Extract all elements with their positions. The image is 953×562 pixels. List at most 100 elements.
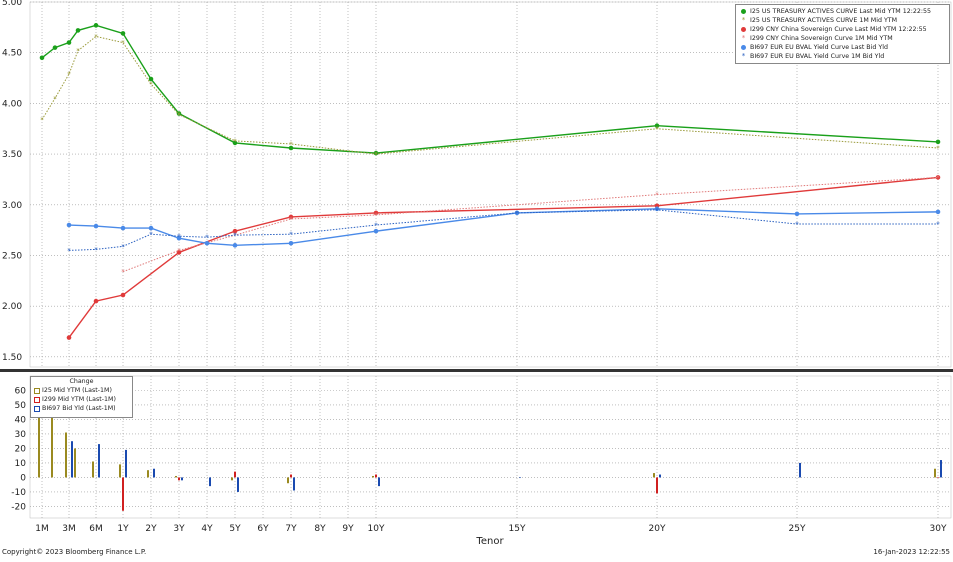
- series-point-star: *: [121, 39, 125, 47]
- change-bar: [656, 477, 658, 494]
- series-point-star: *: [289, 140, 293, 148]
- series-point-star: *: [374, 222, 378, 230]
- change-legend-entry: BI697 Bid Yld (Last-1M): [34, 404, 129, 413]
- y-tick-label-bottom: -20: [11, 502, 26, 512]
- series-point-star: *: [67, 70, 71, 78]
- change-bar: [92, 461, 94, 478]
- y-tick-label-top: 1.50: [2, 353, 22, 363]
- y-tick-label-top: 2.50: [2, 251, 22, 261]
- x-tick-label: 5Y: [229, 524, 241, 534]
- change-legend: Change I25 Mid YTM (Last-1M) I299 Mid YTM…: [30, 376, 133, 418]
- change-bar: [209, 477, 211, 487]
- change-legend-entry: I299 Mid YTM (Last-1M): [34, 395, 129, 404]
- series-point-star: *: [233, 232, 237, 240]
- series-point-star: *: [149, 81, 153, 89]
- series-point: [120, 292, 126, 298]
- star-marker-icon: *: [741, 16, 746, 24]
- x-tick-label: 9Y: [342, 524, 354, 534]
- x-tick-label: 6M: [89, 524, 103, 534]
- dot-icon: [741, 27, 746, 32]
- x-tick-label: 1Y: [117, 524, 129, 534]
- x-tick-label: 10Y: [368, 524, 385, 534]
- x-tick-label: 6Y: [257, 524, 269, 534]
- series-point-star: *: [936, 174, 940, 182]
- series-point: [66, 40, 72, 45]
- change-bar: [653, 473, 655, 478]
- change-bar: [231, 477, 233, 481]
- x-tick-label: 2Y: [145, 524, 157, 534]
- dot-icon: [741, 45, 746, 50]
- y-tick-label-top: 4.00: [2, 99, 22, 109]
- series-point: [52, 45, 58, 50]
- change-legend-label: I299 Mid YTM (Last-1M): [42, 396, 116, 403]
- change-legend-label: BI697 Bid Yld (Last-1M): [42, 405, 116, 412]
- swatch-icon: [34, 387, 40, 394]
- legend-entry: BI697 EUR EU BVAL Yield Curve Last Bid Y…: [739, 43, 946, 52]
- y-tick-label-bottom: 0: [20, 473, 26, 483]
- change-bar: [147, 470, 149, 478]
- yield-curve-chart: 5.00 4.50 4.00 3.50 3.00 2.50 2.00 1.50 60 50 40 30…: [0, 0, 953, 558]
- x-tick-label: 30Y: [930, 524, 947, 534]
- change-bar: [234, 471, 236, 478]
- y-tick-label-top: 4.50: [2, 49, 22, 59]
- series-point: [66, 335, 72, 340]
- series-point: [935, 209, 941, 215]
- change-bar: [122, 477, 124, 511]
- x-axis-label: Tenor: [475, 536, 504, 547]
- star-marker-icon: *: [741, 52, 746, 60]
- series-point: [93, 223, 99, 229]
- series-point-star: *: [149, 231, 153, 239]
- series-point-star: *: [177, 111, 181, 119]
- series-point-star: *: [40, 116, 44, 124]
- series-point-star: *: [121, 243, 125, 251]
- change-bar: [125, 449, 127, 478]
- series-point-star: *: [936, 221, 940, 229]
- series-point-star: *: [374, 151, 378, 159]
- series-point-star: *: [289, 231, 293, 239]
- x-tick-label: 25Y: [789, 524, 806, 534]
- swatch-icon: [34, 405, 40, 412]
- change-bar: [65, 432, 67, 478]
- dot-marker-icon: [739, 45, 748, 50]
- legend-entry-label: I25 US TREASURY ACTIVES CURVE 1M Mid YTM: [750, 17, 898, 24]
- x-tick-label: 3Y: [173, 524, 185, 534]
- series-point-star: *: [795, 221, 799, 229]
- change-bar: [74, 448, 76, 478]
- legend-entry-label: I25 US TREASURY ACTIVES CURVE Last Mid Y…: [750, 8, 932, 15]
- change-bar: [519, 477, 521, 479]
- change-bar: [153, 468, 155, 478]
- change-bar: [178, 477, 180, 481]
- change-bar: [940, 460, 942, 478]
- series-point-star: *: [205, 234, 209, 242]
- change-legend-label: I25 Mid YTM (Last-1M): [42, 387, 112, 394]
- change-bar: [799, 462, 801, 478]
- series-point-star: *: [94, 33, 98, 41]
- series-point-star: *: [121, 268, 125, 276]
- y-tick-label-bottom: -10: [11, 488, 26, 498]
- legend-entry: * I299 CNY China Sovereign Curve 1M Mid Y…: [739, 34, 946, 43]
- x-tick-label: 20Y: [649, 524, 666, 534]
- change-bar: [378, 477, 380, 487]
- series-point: [75, 28, 81, 33]
- series-point-star: *: [233, 137, 237, 145]
- series-point: [120, 31, 126, 36]
- y-tick-label-bottom: 50: [15, 401, 27, 411]
- chart-canvas: 5.00 4.50 4.00 3.50 3.00 2.50 2.00 1.50 60 50 40 30…: [0, 0, 953, 547]
- series-point-star: *: [94, 246, 98, 254]
- series-point-star: *: [76, 47, 80, 55]
- y-tick-label-bottom: 20: [15, 444, 27, 454]
- series-point: [794, 211, 800, 217]
- legend-entry: I25 US TREASURY ACTIVES CURVE Last Mid Y…: [739, 7, 946, 16]
- change-bar: [181, 477, 183, 481]
- x-tick-label: 7Y: [285, 524, 297, 534]
- change-bar: [287, 477, 289, 484]
- change-legend-title: Change: [69, 378, 94, 385]
- change-bar: [98, 444, 100, 478]
- series-point: [93, 23, 99, 28]
- series-point-star: *: [177, 233, 181, 241]
- series-point-star: *: [655, 191, 659, 199]
- series-point-star: *: [655, 206, 659, 214]
- series-point: [93, 298, 99, 304]
- legend-entry: I299 CNY China Sovereign Curve Last Mid …: [739, 25, 946, 34]
- change-bar: [372, 475, 374, 478]
